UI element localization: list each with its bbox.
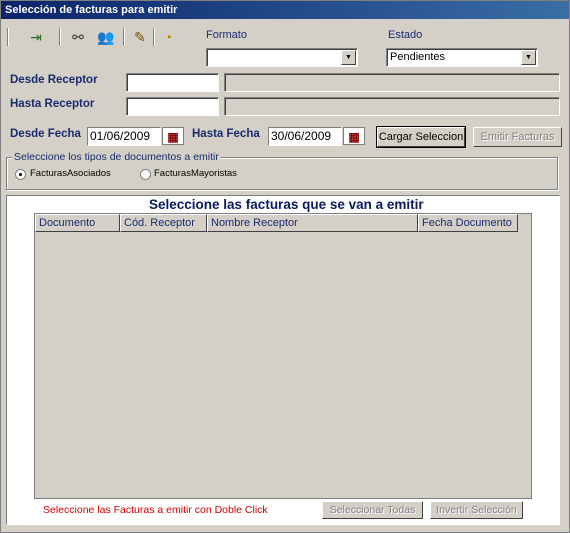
desde-receptor-code-input[interactable] bbox=[126, 73, 219, 92]
radio-facturas-mayoristas[interactable] bbox=[140, 169, 151, 180]
column-header-cod-receptor[interactable]: Cód. Receptor bbox=[120, 214, 207, 232]
hasta-receptor-code-input[interactable] bbox=[126, 97, 219, 116]
estado-label: Estado bbox=[388, 29, 423, 41]
cargar-seleccion-button[interactable]: Cargar Seleccion bbox=[376, 126, 466, 148]
column-header-nombre-receptor[interactable]: Nombre Receptor bbox=[207, 214, 418, 232]
toolbar-separator bbox=[123, 28, 125, 46]
hasta-fecha-label: Hasta Fecha bbox=[192, 128, 260, 140]
toolbar-separator bbox=[59, 28, 61, 46]
exit-icon[interactable]: ⇥ bbox=[27, 28, 45, 46]
radio-facturas-mayoristas-label[interactable]: FacturasMayoristas bbox=[154, 168, 237, 179]
facturas-table[interactable]: Documento Cód. Receptor Nombre Receptor … bbox=[34, 213, 532, 499]
tipos-documentos-legend: Seleccione los tipos de documentos a emi… bbox=[12, 151, 221, 163]
window-title: Selección de facturas para emitir bbox=[1, 1, 569, 19]
desde-fecha-input[interactable]: 01/06/2009 bbox=[87, 127, 161, 146]
estado-value: Pendientes bbox=[390, 51, 446, 63]
emitir-facturas-button[interactable]: Emitir Facturas bbox=[473, 127, 562, 147]
calendar-icon[interactable]: ▦ bbox=[343, 127, 365, 145]
chevron-down-icon[interactable]: ▼ bbox=[341, 50, 356, 65]
invertir-seleccion-button[interactable]: Invertir Selección bbox=[430, 501, 523, 519]
formato-select[interactable]: ▼ bbox=[206, 48, 358, 67]
column-header-fecha-documento[interactable]: Fecha Documento bbox=[418, 214, 518, 232]
edit-icon[interactable]: ✎ bbox=[131, 28, 149, 46]
users-icon[interactable]: 👥 bbox=[97, 28, 115, 46]
binoculars-icon[interactable]: ⚯ bbox=[69, 28, 87, 46]
hint-text: Seleccione las Facturas a emitir con Dob… bbox=[43, 504, 268, 516]
calendar-icon[interactable]: ▦ bbox=[162, 127, 184, 145]
column-header-documento[interactable]: Documento bbox=[35, 214, 120, 232]
hasta-fecha-input[interactable]: 30/06/2009 bbox=[268, 127, 342, 146]
radio-facturas-asociados-label[interactable]: FacturasAsociados bbox=[30, 168, 111, 179]
hasta-receptor-name-field bbox=[224, 97, 560, 116]
toolbar-separator bbox=[7, 28, 9, 46]
main-window: Selección de facturas para emitir ⇥ ⚯ 👥 … bbox=[0, 0, 570, 533]
seleccionar-todas-button[interactable]: Seleccionar Todas bbox=[322, 501, 423, 519]
list-title: Seleccione las facturas que se van a emi… bbox=[149, 197, 424, 212]
desde-receptor-label: Desde Receptor bbox=[10, 74, 98, 86]
chevron-down-icon[interactable]: ▼ bbox=[521, 50, 536, 65]
radio-facturas-asociados[interactable] bbox=[15, 169, 26, 180]
hasta-receptor-label: Hasta Receptor bbox=[10, 98, 95, 110]
desde-receptor-name-field bbox=[224, 73, 560, 92]
toolbar-separator bbox=[153, 28, 155, 46]
desde-fecha-label: Desde Fecha bbox=[10, 128, 81, 140]
compass-icon[interactable]: ◔ bbox=[159, 28, 177, 46]
estado-select[interactable]: Pendientes ▼ bbox=[386, 48, 538, 67]
formato-label: Formato bbox=[206, 29, 247, 41]
